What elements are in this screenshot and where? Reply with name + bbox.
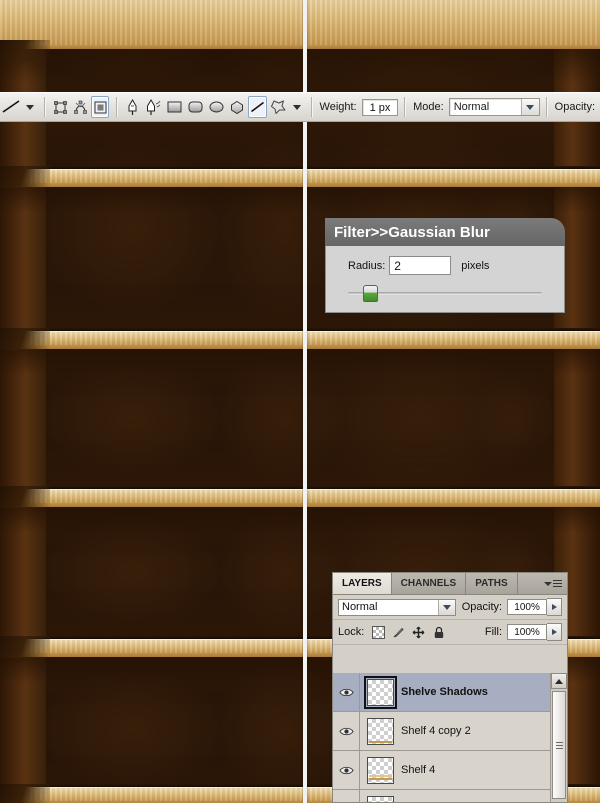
slider-thumb[interactable] <box>363 285 379 302</box>
lock-transparent-pixels-icon[interactable] <box>372 625 386 639</box>
layers-panel: LAYERS CHANNELS PATHS Normal Opacity: 10… <box>332 572 568 803</box>
divider <box>116 97 117 117</box>
eye-icon <box>338 727 354 735</box>
tab-bar-filler <box>517 573 567 594</box>
divider <box>404 97 406 117</box>
layer-name: Shelf 4 copy 2 <box>401 725 471 737</box>
scroll-up-arrow-icon[interactable] <box>551 673 567 689</box>
layer-thumbnail[interactable] <box>367 756 394 784</box>
lock-image-pixels-icon[interactable] <box>392 626 405 639</box>
opacity-label: Opacity: <box>461 601 503 613</box>
chevron-down-icon[interactable] <box>292 104 301 110</box>
fill-stepper[interactable] <box>547 623 562 641</box>
divider <box>310 97 312 117</box>
paths-icon[interactable] <box>72 96 90 118</box>
polygon-tool-icon[interactable] <box>228 96 246 118</box>
line-tool-icon[interactable] <box>0 96 22 118</box>
radius-input[interactable]: 2 <box>389 256 452 275</box>
layer-name: Shelve Shadows <box>401 686 488 698</box>
layer-row-shelve-shadows[interactable]: Shelve Shadows <box>333 673 550 712</box>
tab-layers[interactable]: LAYERS <box>333 573 392 594</box>
blend-mode-select[interactable]: Normal <box>448 98 540 116</box>
eye-icon <box>338 766 354 774</box>
layer-blend-mode-value: Normal <box>342 601 378 613</box>
layer-visibility-toggle[interactable] <box>333 751 360 789</box>
ellipse-tool-icon[interactable] <box>207 96 226 118</box>
lock-label: Lock: <box>338 626 365 638</box>
layer-blend-mode-select[interactable]: Normal <box>338 598 456 616</box>
pen-tool-icon[interactable] <box>124 96 142 118</box>
radius-units: pixels <box>461 259 490 272</box>
chevron-down-icon[interactable] <box>437 599 455 615</box>
blend-opacity-row: Normal Opacity: 100% <box>333 595 567 620</box>
opacity-input[interactable]: 100% <box>507 599 548 615</box>
panel-menu-icon[interactable] <box>544 580 562 587</box>
rectangle-tool-icon[interactable] <box>165 96 184 118</box>
radius-label: Radius: <box>348 259 386 272</box>
divider <box>44 97 45 117</box>
radius-slider[interactable] <box>348 284 542 302</box>
weight-input[interactable]: 1 px <box>361 98 399 116</box>
lock-position-icon[interactable] <box>412 626 425 639</box>
layer-row-shelf-3[interactable]: Shelf 3 <box>333 790 550 802</box>
layer-visibility-toggle[interactable] <box>333 712 360 750</box>
layer-list: Shelve Shadows Shelf 4 copy 2 Shelf 4 <box>333 673 567 802</box>
layer-name: Shelf 4 <box>401 764 436 776</box>
gaussian-blur-body: Radius: 2 pixels <box>325 246 565 313</box>
photoshop-options-bar: Weight: 1 px Mode: Normal Opacity: <box>0 92 600 122</box>
layer-thumbnail[interactable] <box>367 717 394 745</box>
custom-shape-tool-icon[interactable] <box>269 96 288 118</box>
fill-label: Fill: <box>484 626 502 638</box>
line-tool-icon[interactable] <box>247 96 267 118</box>
shape-layers-icon[interactable] <box>52 96 70 118</box>
layer-row-shelf-4-copy-2[interactable]: Shelf 4 copy 2 <box>333 712 550 751</box>
layer-thumbnail[interactable] <box>364 675 397 709</box>
rounded-rectangle-tool-icon[interactable] <box>186 96 205 118</box>
chevron-down-icon[interactable] <box>520 99 539 115</box>
blend-mode-value: Normal <box>453 101 490 113</box>
scrollbar-thumb[interactable] <box>552 691 566 799</box>
chevron-down-icon[interactable] <box>26 104 34 110</box>
opacity-stepper[interactable] <box>547 598 562 616</box>
lock-all-icon[interactable] <box>432 626 445 639</box>
gaussian-blur-title: Filter>>Gaussian Blur <box>325 218 565 246</box>
divider <box>545 97 547 117</box>
layers-panel-tabs: LAYERS CHANNELS PATHS <box>333 573 567 595</box>
layer-list-scrollbar[interactable] <box>550 673 567 802</box>
layer-visibility-toggle[interactable] <box>333 790 360 802</box>
layer-thumbnail[interactable] <box>367 795 394 802</box>
freeform-pen-tool-icon[interactable] <box>144 96 163 118</box>
fill-pixels-icon[interactable] <box>91 96 110 118</box>
opacity-label: Opacity: <box>554 101 596 113</box>
mode-label: Mode: <box>413 101 444 113</box>
weight-label: Weight: <box>319 101 357 113</box>
tab-paths[interactable]: PATHS <box>466 573 518 594</box>
layer-row-shelf-4[interactable]: Shelf 4 <box>333 751 550 790</box>
fill-input[interactable]: 100% <box>507 624 547 640</box>
eye-icon <box>338 688 354 696</box>
gaussian-blur-dialog: Filter>>Gaussian Blur Radius: 2 pixels <box>325 218 565 313</box>
tab-channels[interactable]: CHANNELS <box>391 573 467 594</box>
layer-visibility-toggle[interactable] <box>333 673 360 711</box>
lock-fill-row: Lock: Fill: 100% <box>333 620 567 645</box>
